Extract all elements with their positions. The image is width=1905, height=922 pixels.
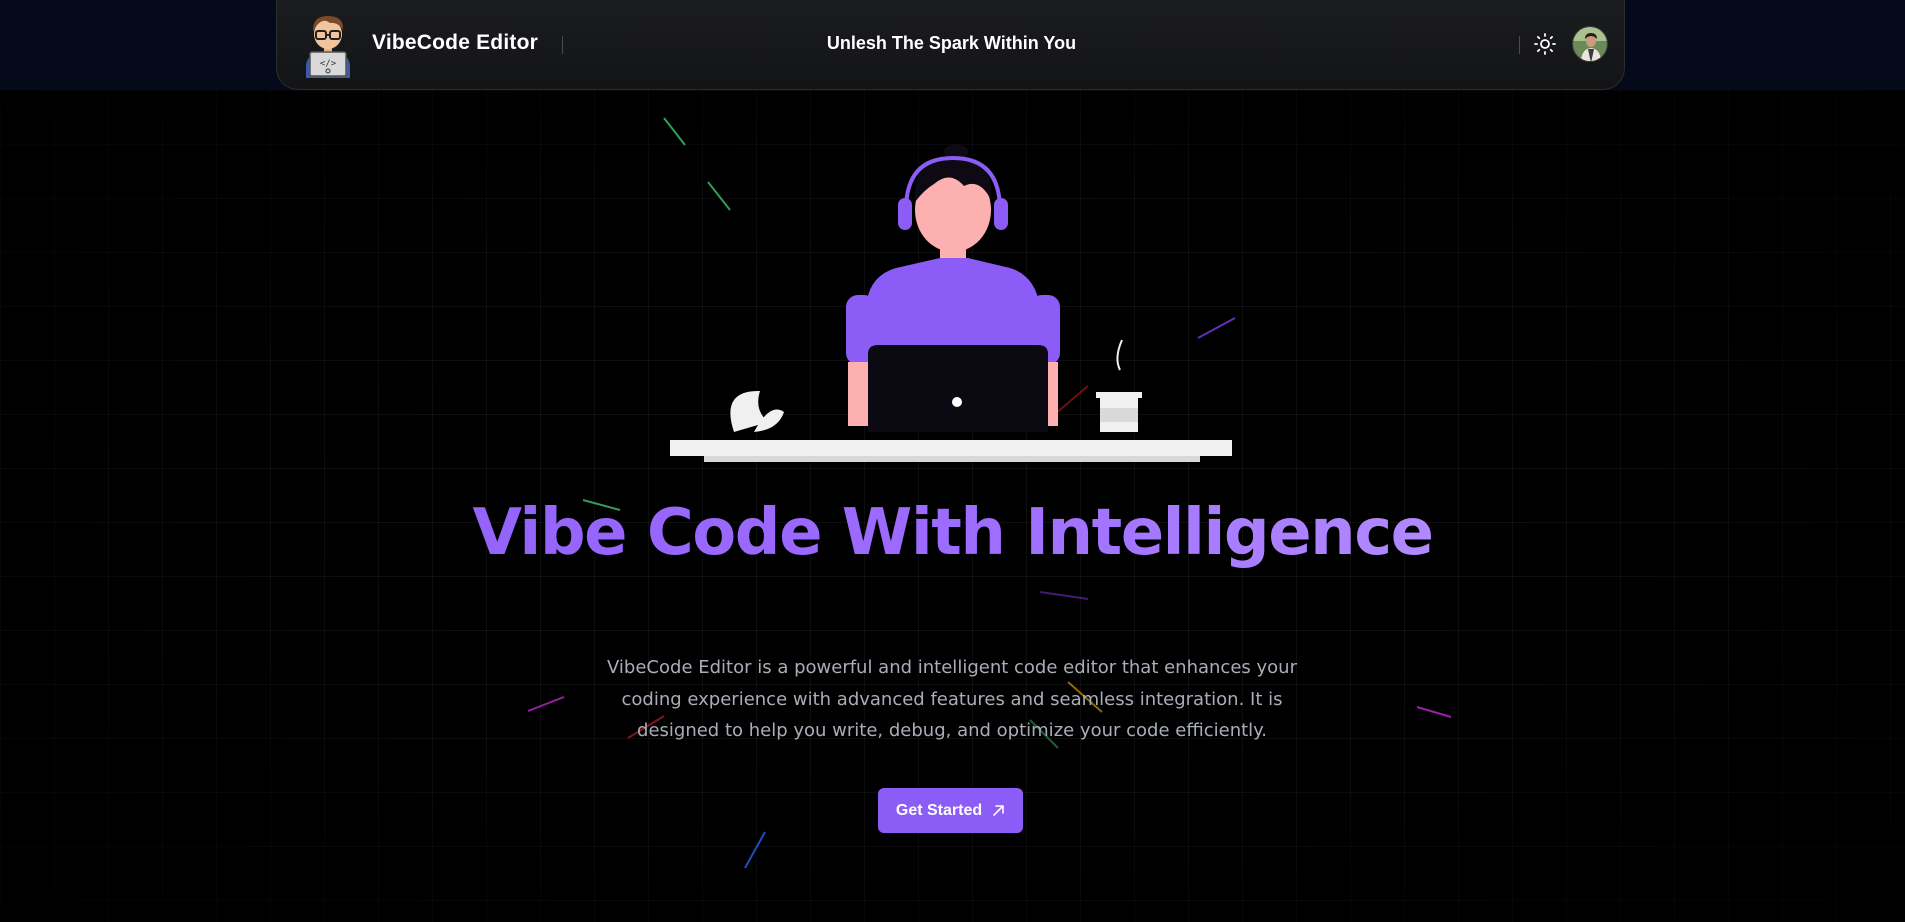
avatar-image xyxy=(1573,27,1607,61)
sun-icon[interactable] xyxy=(1533,32,1557,56)
user-avatar[interactable] xyxy=(1572,26,1608,62)
nav-divider xyxy=(1519,36,1520,54)
hero-headline: Vibe Code With Intelligence xyxy=(0,494,1905,572)
developer-illustration xyxy=(670,144,1232,462)
description-line: VibeCode Editor is a powerful and intell… xyxy=(607,657,1297,678)
navbar: </> VibeCode Editor Unlesh The Spark Wit… xyxy=(276,0,1625,90)
arrow-up-right-icon xyxy=(993,805,1004,816)
get-started-label: Get Started xyxy=(895,801,983,819)
description-line: coding experience with advanced features… xyxy=(621,688,1283,710)
description-line: designed to help you write, debug, and o… xyxy=(637,720,1267,741)
get-started-button[interactable]: Get Started xyxy=(878,788,1023,833)
svg-text:</>: </> xyxy=(320,59,337,69)
hero-description: VibeCode Editor is a powerful and intell… xyxy=(602,652,1302,747)
nav-tagline: Unlesh The Spark Within You xyxy=(826,33,1077,53)
